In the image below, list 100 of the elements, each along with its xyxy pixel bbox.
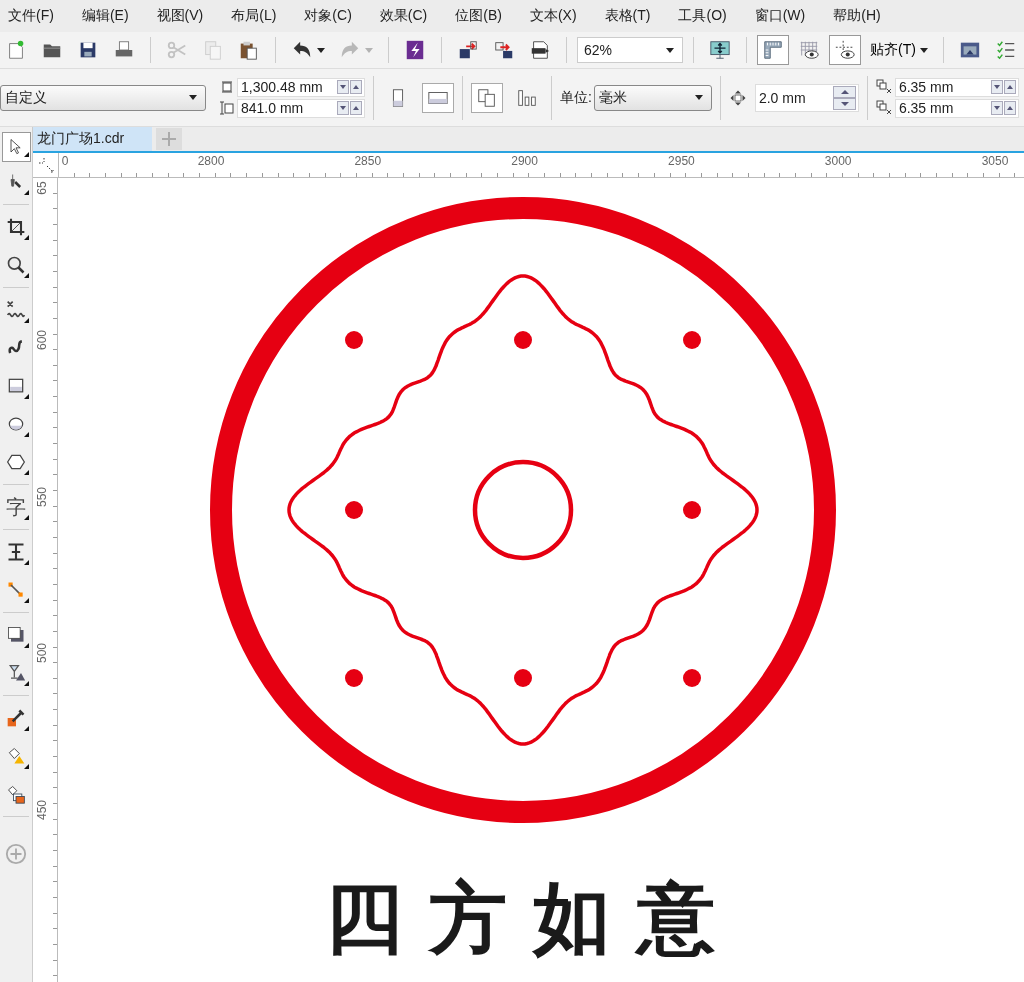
flyout-arrow-icon — [23, 764, 29, 769]
dimension-icon — [6, 542, 26, 562]
spinner-icon — [832, 85, 856, 110]
flyout-arrow-icon — [23, 394, 29, 399]
ruler-label: 450 — [35, 799, 49, 820]
flyout-arrow-icon — [23, 318, 29, 323]
zoom-combo[interactable]: 62% — [577, 37, 683, 63]
plus-icon — [162, 132, 177, 146]
guidelines-eye-icon — [834, 39, 856, 61]
crop-icon — [6, 217, 26, 237]
spinner-icon — [337, 101, 362, 115]
flyout-arrow-icon — [23, 152, 29, 157]
units-dropdown[interactable]: 毫米 — [593, 84, 712, 111]
duplicate-x-icon — [875, 79, 892, 95]
flyout-arrow-icon — [23, 273, 29, 278]
lightning-icon — [404, 39, 426, 61]
flyout-arrow-icon — [23, 432, 29, 437]
artwork-title: 四方如意 — [325, 872, 741, 963]
caret-icon — [666, 47, 674, 53]
width-field[interactable]: 1,300.48 mm — [237, 77, 365, 97]
menu-item[interactable]: 帮助(H) — [831, 5, 883, 27]
menu-item[interactable]: 工具(O) — [676, 5, 729, 27]
menu-item[interactable]: 视图(V) — [154, 5, 206, 27]
flyout-arrow-icon — [23, 560, 29, 565]
flyout-arrow-icon — [23, 681, 29, 686]
ruler-label: 0 — [61, 154, 69, 168]
rulers-icon — [762, 39, 784, 61]
flyout-arrow-icon — [23, 190, 29, 195]
menu-item[interactable]: 文件(F) — [6, 5, 56, 27]
units-label: 单位: — [560, 88, 592, 107]
ruler-label: 600 — [35, 330, 49, 350]
ruler-label: 3000 — [824, 154, 852, 168]
menu-item[interactable]: 位图(B) — [453, 5, 504, 27]
spinner-icon — [337, 80, 362, 94]
height-field[interactable]: 841.0 mm — [237, 98, 365, 118]
full-screen-icon — [709, 39, 731, 61]
ruler-label: 550 — [35, 486, 49, 507]
bucket-layers-icon — [6, 784, 26, 804]
caret-icon — [694, 95, 703, 100]
flyout-arrow-icon — [23, 515, 29, 520]
paint-bucket-icon — [6, 746, 26, 766]
all-pages-button[interactable] — [471, 82, 503, 113]
export-icon — [493, 39, 515, 61]
ruler-label: 2900 — [511, 154, 538, 168]
guidelines-toggle[interactable] — [829, 35, 861, 65]
stacked-pages-icon — [476, 86, 498, 109]
text-tool[interactable]: 字 — [1, 489, 31, 525]
menu-item[interactable]: 文本(X) — [527, 5, 579, 27]
pdf-document-icon — [529, 39, 551, 61]
preset-dropdown[interactable]: 自定义 — [0, 84, 206, 111]
copy-icon — [202, 39, 224, 61]
ruler-label: 3050 — [981, 154, 1009, 168]
four-way-arrows-icon — [728, 88, 747, 107]
plus-circle-icon — [5, 843, 27, 865]
menu-item[interactable]: 效果(C) — [377, 5, 430, 27]
duplicate-y-field[interactable]: 6.35 mm — [894, 98, 1019, 118]
grid-eye-icon — [798, 39, 820, 61]
squiggle-icon — [6, 300, 26, 320]
ruler-label: 2950 — [668, 154, 695, 168]
menu-item[interactable]: 布局(L) — [229, 5, 279, 27]
menu-item[interactable]: 表格(T) — [602, 5, 653, 27]
menu-item[interactable]: 窗口(W) — [752, 5, 808, 27]
import-icon — [457, 39, 479, 61]
document-tab[interactable]: 龙门广场1.cdr — [33, 127, 153, 151]
checklist-icon — [994, 39, 1017, 61]
duplicate-x-field[interactable]: 6.35 mm — [894, 77, 1019, 97]
spinner-icon — [990, 101, 1016, 115]
menu-item[interactable]: 对象(C) — [302, 5, 354, 27]
flyout-arrow-icon — [23, 643, 29, 648]
ruler-label: 65 — [35, 181, 49, 195]
drop-shadow-icon — [6, 625, 26, 645]
zoom-icon — [6, 255, 26, 275]
crosshair-origin-icon — [37, 157, 54, 173]
flyout-arrow-icon — [23, 235, 29, 240]
connector-line-icon — [6, 580, 26, 600]
caret-icon — [365, 47, 373, 53]
snap-dropdown[interactable]: 贴齐(T) — [865, 35, 933, 65]
ruler-label: 2800 — [197, 154, 225, 168]
menu-item[interactable]: 编辑(E) — [79, 5, 131, 27]
landscape-button[interactable] — [422, 82, 454, 113]
caret-icon — [919, 47, 928, 53]
flyout-arrow-icon — [23, 726, 29, 731]
paste-icon — [238, 39, 260, 61]
ruler-label: 500 — [35, 643, 49, 663]
scissors-icon — [166, 39, 188, 61]
pick-tool[interactable] — [1, 132, 31, 162]
flyout-arrow-icon — [23, 598, 29, 603]
rulers-toggle[interactable] — [757, 35, 789, 65]
duplicate-y-icon — [875, 100, 892, 116]
caret-icon — [317, 47, 325, 53]
nudge-field[interactable]: 2.0 mm — [754, 83, 859, 112]
caret-icon — [189, 95, 197, 100]
hexagon-icon — [6, 452, 26, 472]
spinner-icon — [990, 80, 1016, 94]
flyout-arrow-icon — [23, 470, 29, 475]
wine-glass-icon — [6, 663, 26, 683]
height-icon — [220, 101, 234, 115]
eyedropper-icon — [6, 708, 26, 728]
width-icon — [220, 80, 234, 94]
ruler-label: 2850 — [354, 154, 382, 168]
